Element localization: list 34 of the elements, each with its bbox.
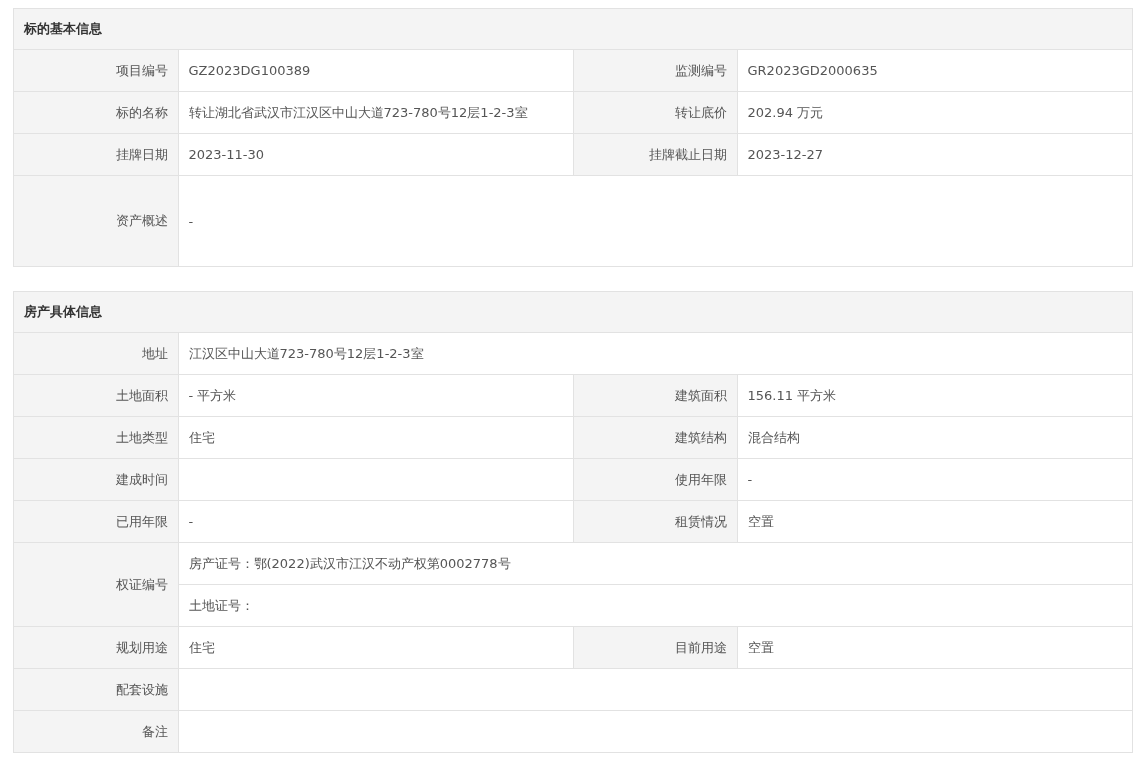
field-label: 规划用途 bbox=[14, 626, 178, 669]
field-label: 监测编号 bbox=[573, 50, 737, 92]
field-label: 备注 bbox=[14, 710, 178, 752]
field-value: 江汉区中山大道723-780号12层1-2-3室 bbox=[178, 333, 1132, 375]
field-label: 项目编号 bbox=[14, 50, 178, 92]
field-label: 建筑面积 bbox=[573, 374, 737, 417]
field-value: GR2023GD2000635 bbox=[737, 50, 1132, 92]
section-title: 标的基本信息 bbox=[14, 9, 1132, 50]
field-label: 目前用途 bbox=[573, 626, 737, 669]
field-label: 建成时间 bbox=[14, 458, 178, 501]
field-label: 使用年限 bbox=[573, 458, 737, 501]
field-value: - bbox=[178, 500, 573, 543]
field-label: 资产概述 bbox=[14, 175, 178, 266]
field-label: 已用年限 bbox=[14, 500, 178, 543]
field-label: 标的名称 bbox=[14, 91, 178, 134]
field-label: 配套设施 bbox=[14, 668, 178, 711]
field-label: 挂牌日期 bbox=[14, 133, 178, 176]
field-label: 租赁情况 bbox=[573, 500, 737, 543]
field-value: 转让湖北省武汉市江汉区中山大道723-780号12层1-2-3室 bbox=[178, 91, 573, 134]
field-label: 土地类型 bbox=[14, 416, 178, 459]
field-label: 权证编号 bbox=[14, 542, 178, 627]
field-value: 土地证号： bbox=[178, 584, 1132, 627]
field-label: 土地面积 bbox=[14, 374, 178, 417]
field-label: 转让底价 bbox=[573, 91, 737, 134]
field-label: 建筑结构 bbox=[573, 416, 737, 459]
field-value: 住宅 bbox=[178, 416, 573, 459]
field-value: - bbox=[178, 175, 1132, 266]
section-title: 房产具体信息 bbox=[14, 292, 1132, 333]
field-value: 住宅 bbox=[178, 626, 573, 669]
field-value: 2023-11-30 bbox=[178, 133, 573, 176]
field-value: - 平方米 bbox=[178, 374, 573, 417]
field-label: 地址 bbox=[14, 333, 178, 375]
field-value: GZ2023DG100389 bbox=[178, 50, 573, 92]
field-label: 挂牌截止日期 bbox=[573, 133, 737, 176]
